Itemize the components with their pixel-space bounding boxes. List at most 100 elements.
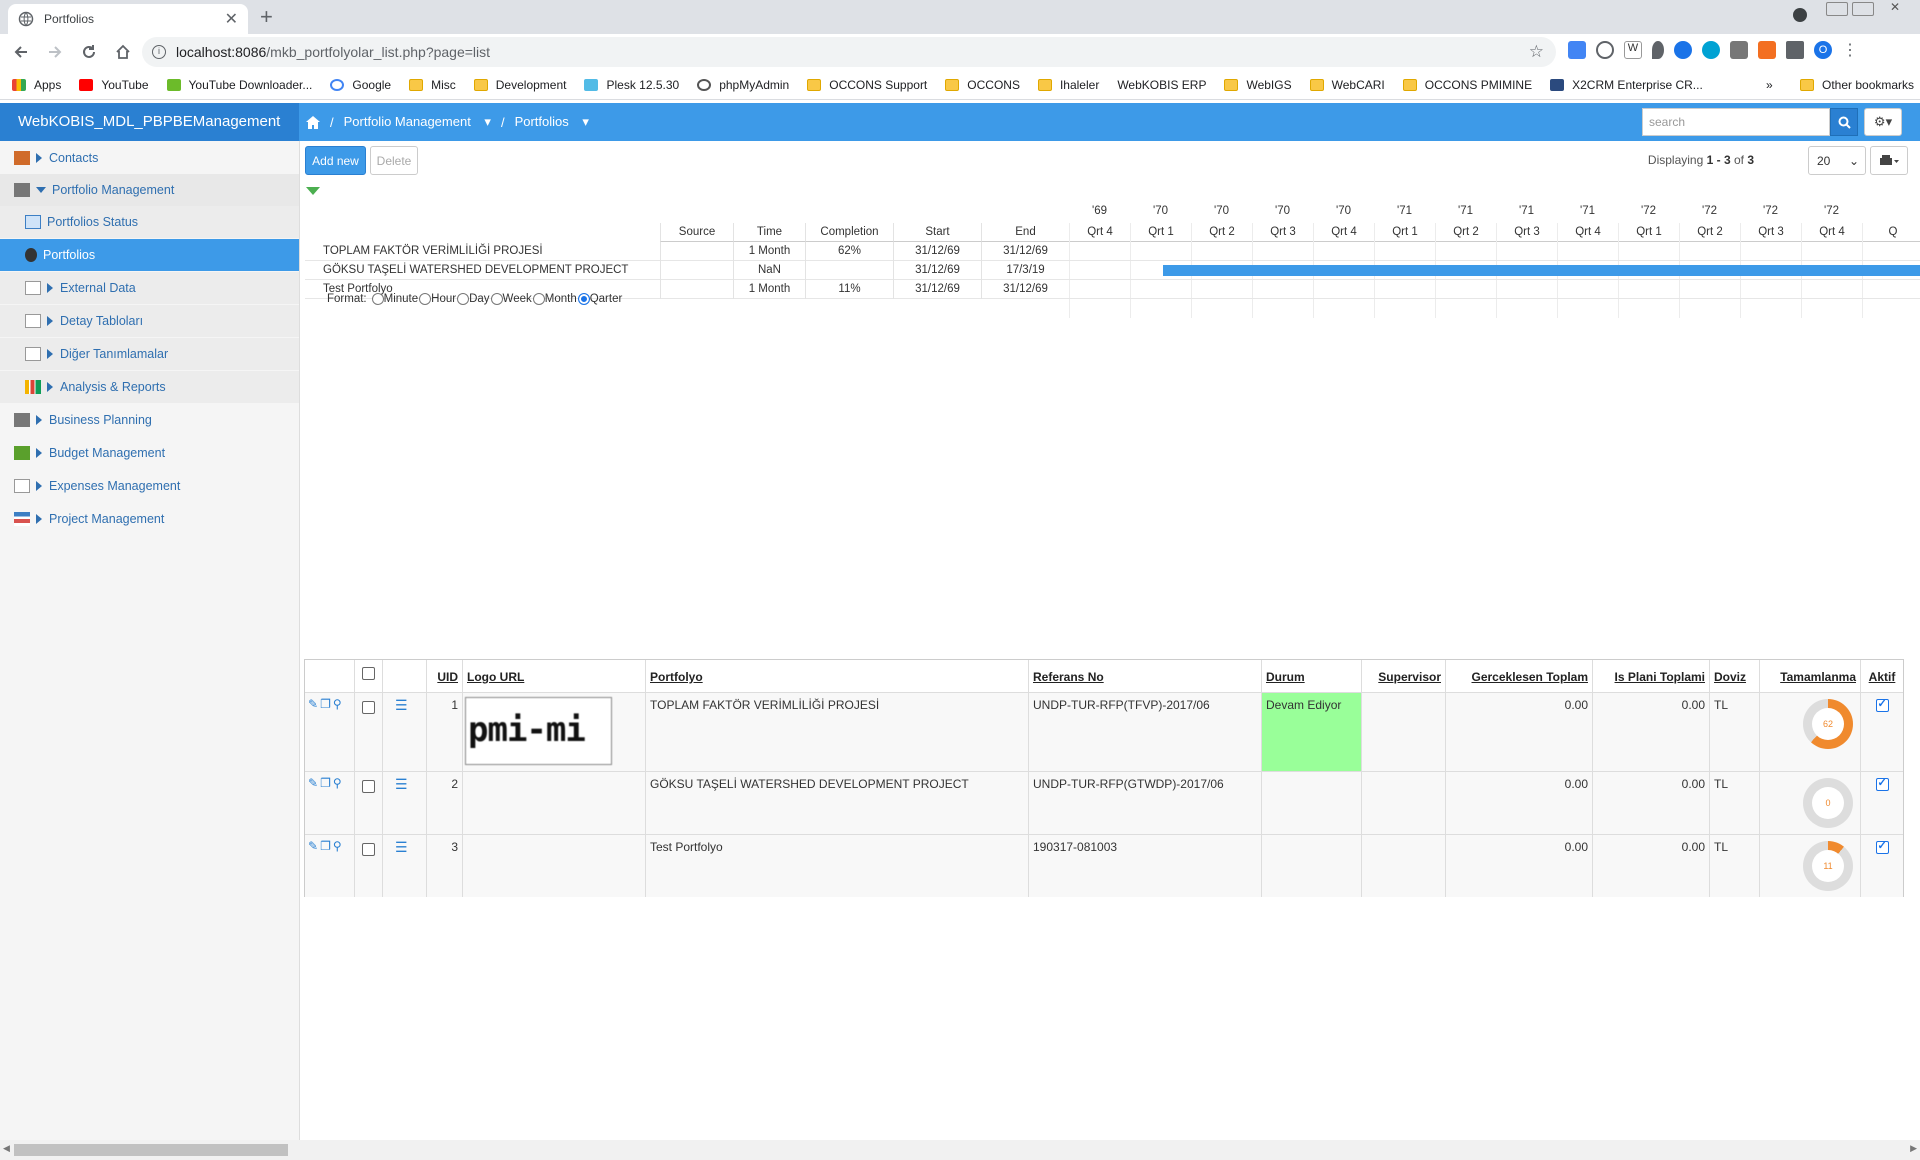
bookmark-ihaleler[interactable]: Ihaleler (1037, 78, 1099, 92)
app-brand[interactable]: WebKOBIS_MDL_PBPBEManagement (0, 103, 299, 141)
col-header-doviz[interactable]: Doviz (1710, 660, 1760, 692)
close-tab-icon[interactable]: ✕ (225, 9, 238, 29)
copy-icon[interactable]: ❐ (320, 839, 331, 853)
bookmark-webigs[interactable]: WebIGS (1224, 78, 1292, 92)
edit-icon[interactable]: ✎ (308, 776, 318, 790)
radio-month[interactable] (532, 293, 545, 305)
table-row[interactable]: ✎ ❐ ⚲ ☰ 1 pmi-mi TOPLAM FAKTÖR VERİMLİLİĞİ PRO… (305, 692, 1903, 771)
bookmark-occons[interactable]: OCCONS (945, 78, 1020, 92)
delete-button[interactable]: Delete (370, 146, 418, 175)
gantt-bar[interactable] (1163, 265, 1920, 276)
rss-icon[interactable] (1758, 41, 1776, 59)
bookmark-occons-pmimine[interactable]: OCCONS PMIMINE (1402, 78, 1532, 92)
radio-quarter[interactable] (577, 293, 590, 305)
row-checkbox[interactable] (362, 843, 375, 856)
sidebar-item-project-management[interactable]: Project Management (0, 503, 299, 535)
radio-hour[interactable] (419, 293, 432, 305)
aktif-checkbox[interactable]: ✓ (1875, 777, 1889, 791)
view-icon[interactable]: ⚲ (333, 776, 342, 790)
table-row[interactable]: ✎ ❐ ⚲ ☰ 2 GÖKSU TAŞELİ WATERSHED DEVELOPMENT … (305, 771, 1903, 834)
col-header-uid[interactable]: UID (427, 660, 463, 692)
infinity-icon[interactable] (1674, 41, 1692, 59)
format-option-month[interactable]: Month (532, 293, 577, 305)
add-new-button[interactable]: Add new (305, 146, 366, 175)
col-header-supervisor[interactable]: Supervisor (1362, 660, 1446, 692)
bookmark-youtube-downloader[interactable]: YouTube Downloader... (166, 78, 312, 92)
format-option-quarter[interactable]: Qarter (577, 293, 622, 305)
bookmark-google[interactable]: Google (330, 78, 391, 92)
sidebar-item-portfolio-management[interactable]: Portfolio Management (0, 174, 299, 206)
select-all-checkbox[interactable] (362, 667, 375, 680)
col-header-portfolyo[interactable]: Portfolyo (646, 660, 1029, 692)
format-option-hour[interactable]: Hour (418, 293, 456, 305)
list-icon[interactable]: ☰ (395, 839, 408, 855)
page-size-select[interactable]: 20 ⌄ (1808, 146, 1866, 175)
forward-icon[interactable] (42, 39, 68, 65)
reload-icon[interactable] (76, 39, 102, 65)
row-checkbox[interactable] (362, 701, 375, 714)
search-input[interactable]: search (1642, 108, 1830, 136)
gantt-row[interactable]: GÖKSU TAŞELİ WATERSHED DEVELOPMENT PROJE… (305, 261, 1920, 280)
sidebar-item-business-planning[interactable]: Business Planning (0, 404, 299, 436)
radio-day[interactable] (457, 293, 470, 305)
col-header-tamamlanma[interactable]: Tamamlanma (1760, 660, 1861, 692)
minimize-button[interactable] (1826, 2, 1848, 16)
tab-search-icon[interactable] (1793, 8, 1807, 22)
list-icon[interactable]: ☰ (395, 697, 408, 713)
view-icon[interactable]: ⚲ (333, 697, 342, 711)
breadcrumb-portfolio-management[interactable]: Portfolio Management ▾ (344, 114, 491, 130)
breadcrumb-portfolios[interactable]: Portfolios ▾ (515, 114, 589, 130)
other-bookmarks[interactable]: Other bookmarks (1800, 78, 1914, 92)
sidebar-item-external-data[interactable]: External Data (0, 272, 299, 304)
recycle-icon[interactable] (1596, 41, 1614, 59)
view-icon[interactable]: ⚲ (333, 839, 342, 853)
bookmark-phpmyadmin[interactable]: phpMyAdmin (697, 78, 789, 92)
sidebar-item-portfolios-status[interactable]: Portfolios Status (0, 206, 299, 238)
edit-icon[interactable]: ✎ (308, 697, 318, 711)
filter-toggle-icon[interactable] (306, 187, 320, 195)
bookmark-development[interactable]: Development (473, 78, 566, 92)
scrollbar-thumb[interactable] (14, 1144, 288, 1156)
table-row[interactable]: ✎ ❐ ⚲ ☰ 3 Test Portfolyo 190317-081003 0.00 0.00… (305, 834, 1903, 897)
translate-icon[interactable] (1568, 41, 1586, 59)
aktif-checkbox[interactable]: ✓ (1875, 698, 1889, 712)
location-icon[interactable] (1652, 41, 1664, 59)
bookmark-webcari[interactable]: WebCARI (1309, 78, 1385, 92)
col-header-referans-no[interactable]: Referans No (1029, 660, 1262, 692)
col-header-durum[interactable]: Durum (1262, 660, 1362, 692)
puzzle-icon[interactable] (1786, 41, 1804, 59)
restore-button[interactable] (1852, 2, 1874, 16)
star-icon[interactable]: ☆ (1529, 42, 1544, 62)
bookmark-youtube[interactable]: YouTube (79, 78, 149, 92)
extension-circle-icon[interactable] (1702, 41, 1720, 59)
sidebar-item-expenses-management[interactable]: Expenses Management (0, 470, 299, 502)
more-bookmarks-button[interactable]: » (1766, 78, 1773, 92)
scroll-right-icon[interactable]: ▶ (1910, 1143, 1917, 1154)
bookmark-x2crm[interactable]: X2CRM Enterprise CR... (1550, 78, 1703, 92)
sidebar-item-budget-management[interactable]: Budget Management (0, 437, 299, 469)
copy-icon[interactable]: ❐ (320, 776, 331, 790)
menu-dots-icon[interactable]: ⋮ (1842, 40, 1858, 60)
print-button[interactable] (1870, 146, 1908, 175)
address-bar[interactable]: i localhost:8086/mkb_portfolyolar_list.p… (142, 37, 1556, 67)
back-icon[interactable] (8, 39, 34, 65)
bookmark-occons-support[interactable]: OCCONS Support (807, 78, 927, 92)
close-window-button[interactable]: ✕ (1880, 0, 1910, 16)
format-option-day[interactable]: Day (456, 293, 490, 305)
format-option-week[interactable]: Week (490, 293, 532, 305)
sidebar-item-detay-tablolari[interactable]: Detay Tabloları (0, 305, 299, 337)
list-icon[interactable]: ☰ (395, 776, 408, 792)
radio-minute[interactable] (371, 293, 384, 305)
browser-tab[interactable]: Portfolios ✕ (8, 4, 248, 34)
bookmark-misc[interactable]: Misc (409, 78, 456, 92)
home-icon[interactable] (306, 115, 320, 129)
scroll-left-icon[interactable]: ◀ (3, 1143, 10, 1154)
row-checkbox[interactable] (362, 780, 375, 793)
horizontal-scrollbar[interactable]: ◀ ▶ (0, 1140, 1920, 1160)
sidebar-item-portfolios[interactable]: Portfolios (0, 239, 299, 271)
html-icon[interactable] (1730, 41, 1748, 59)
radio-week[interactable] (490, 293, 503, 305)
aktif-checkbox[interactable]: ✓ (1875, 840, 1889, 854)
info-icon[interactable]: i (152, 45, 166, 59)
bookmark-webkobis-erp[interactable]: WebKOBIS ERP (1117, 78, 1206, 92)
